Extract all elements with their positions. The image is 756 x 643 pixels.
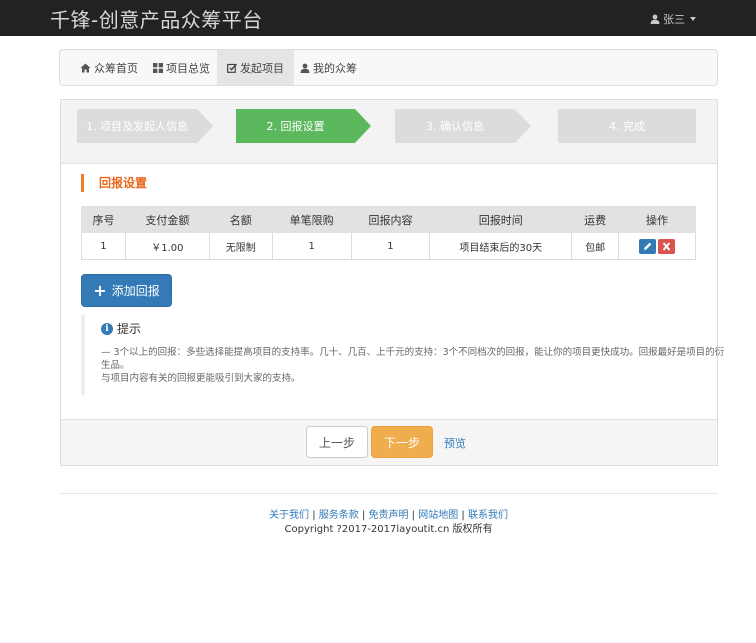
- tip-line-1: — 3个以上的回报：多些选择能提高项目的支持率。几十、几百、上千元的支持：3个不…: [101, 347, 725, 371]
- table-header: 回报内容: [350, 206, 431, 233]
- table-header: 名额: [208, 206, 273, 233]
- preview-link[interactable]: 预览: [444, 435, 466, 451]
- main-panel: 1. 项目及发起人信息 2. 回报设置 3. 确认信息 4. 完成 回报设置 序…: [60, 99, 724, 466]
- next-step-button[interactable]: 下一步: [371, 426, 433, 458]
- footer-links: 关于我们 | 服务条款 | 免责声明 | 网站地图 | 联系我们: [269, 510, 508, 521]
- add-reward-label: 添加回报: [111, 284, 160, 298]
- close-icon: [662, 241, 671, 251]
- tip-line-2: 与项目内容有关的回报更能吸引到大家的支持。: [101, 373, 301, 384]
- user-icon: [300, 63, 310, 73]
- user-icon: [650, 14, 660, 24]
- grid-icon: [153, 62, 163, 73]
- table-cell: 1: [350, 232, 431, 260]
- delete-button[interactable]: [658, 238, 676, 254]
- subnav-item-label: 我的众筹: [313, 61, 357, 75]
- subnav-item-label: 项目总览: [166, 61, 210, 75]
- reward-table: 序号 支付金额 名额 单笔限购 回报内容 回报时间 运费 操作 1 ￥1.00 …: [81, 206, 696, 260]
- table-cell: ￥1.00: [124, 232, 210, 260]
- subnav-item-launch[interactable]: 发起项目: [217, 50, 294, 85]
- step-arrow: [515, 109, 531, 143]
- user-name: 张三: [663, 13, 685, 26]
- info-icon: i: [101, 322, 113, 335]
- pencil-icon: [644, 242, 652, 250]
- subnav-item-label: 发起项目: [240, 61, 284, 75]
- edit-button[interactable]: [639, 238, 657, 254]
- chevron-down-icon: [690, 17, 696, 21]
- step-1: 1. 项目及发起人信息: [77, 109, 197, 143]
- tip-box: i 提示 — 3个以上的回报：多些选择能提高项目的支持率。几十、几百、上千元的支…: [81, 315, 724, 395]
- plus-icon: +: [93, 280, 107, 300]
- user-menu[interactable]: 张三: [650, 11, 696, 27]
- table-row: 1 ￥1.00 无限制 1 1 项目结束后的30天 包邮: [81, 232, 696, 260]
- tip-text: — 3个以上的回报：多些选择能提高项目的支持率。几十、几百、上千元的支持：3个不…: [101, 346, 726, 385]
- table-cell: 项目结束后的30天: [429, 232, 573, 260]
- steps-bar: 1. 项目及发起人信息 2. 回报设置 3. 确认信息 4. 完成: [61, 100, 717, 164]
- tip-title-text: 提示: [117, 322, 142, 336]
- panel-footer: 上一步 下一步 预览: [61, 419, 717, 465]
- subnav-item-overview[interactable]: 项目总览: [143, 50, 220, 85]
- step-2-active: 2. 回报设置: [236, 109, 355, 143]
- step-arrow: [197, 109, 213, 143]
- step-3: 3. 确认信息: [395, 109, 515, 143]
- section-title: 回报设置: [81, 174, 147, 192]
- subnav-item-home[interactable]: 众筹首页: [70, 50, 148, 85]
- table-header: 操作: [618, 206, 696, 233]
- top-navbar: 千锋-创意产品众筹平台 张三: [0, 0, 756, 36]
- table-header: 序号: [81, 206, 126, 233]
- home-icon: [80, 63, 91, 72]
- table-header: 支付金额: [124, 206, 210, 233]
- table-header-row: 序号 支付金额 名额 单笔限购 回报内容 回报时间 运费 操作: [81, 206, 696, 233]
- table-cell: 1: [81, 232, 126, 260]
- subnav-item-mine[interactable]: 我的众筹: [290, 50, 367, 85]
- table-cell: 1: [271, 232, 352, 260]
- table-header: 回报时间: [429, 206, 573, 233]
- subnav-item-label: 众筹首页: [94, 61, 138, 75]
- add-reward-button[interactable]: + 添加回报: [81, 274, 172, 307]
- edit-icon: [227, 63, 237, 73]
- subnav: 众筹首页 项目总览 发起项目 我的众筹: [59, 49, 718, 86]
- copyright: Copyright ?2017-2017layoutit.cn 版权所有: [284, 524, 493, 535]
- footer-divider: [59, 493, 718, 494]
- table-cell: 包邮: [571, 232, 620, 260]
- prev-step-button[interactable]: 上一步: [306, 426, 368, 458]
- table-header: 运费: [571, 206, 620, 233]
- table-cell-actions: [618, 232, 696, 260]
- tip-title: i 提示: [101, 320, 141, 337]
- brand-title[interactable]: 千锋-创意产品众筹平台: [50, 4, 263, 33]
- step-4: 4. 完成: [558, 109, 696, 143]
- table-header: 单笔限购: [271, 206, 352, 233]
- table-cell: 无限制: [208, 232, 273, 260]
- step-arrow: [355, 109, 371, 143]
